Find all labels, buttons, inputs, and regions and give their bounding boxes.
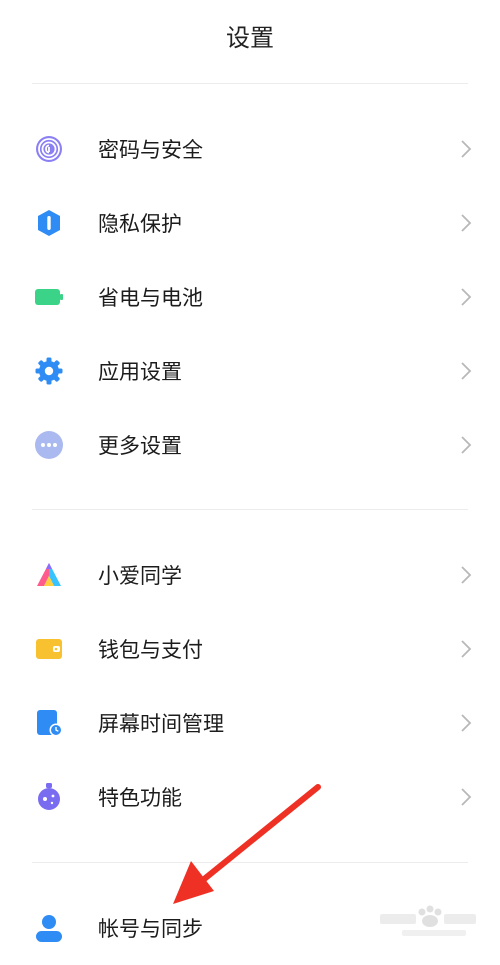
page-title: 设置 [226, 24, 274, 52]
chevron-right-icon [460, 435, 472, 455]
settings-item-label: 密码与安全 [98, 138, 203, 162]
chevron-right-icon [460, 287, 472, 307]
settings-item-screen-time[interactable]: 屏幕时间管理 [0, 686, 500, 760]
chevron-right-icon [460, 213, 472, 233]
settings-item-password-security[interactable]: 密码与安全 [0, 112, 500, 186]
header: 设置 [0, 0, 500, 84]
watermark-logo-icon [380, 905, 476, 936]
settings-item-label: 更多设置 [98, 434, 182, 458]
settings-item-label: 省电与电池 [98, 286, 203, 310]
settings-item-label: 应用设置 [98, 360, 182, 384]
settings-item-label: 特色功能 [98, 786, 182, 810]
divider [32, 83, 468, 84]
chevron-right-icon [460, 361, 472, 381]
gear-icon [34, 356, 64, 386]
privacy-shield-icon [34, 208, 64, 238]
settings-item-privacy[interactable]: 隐私保护 [0, 186, 500, 260]
settings-item-battery[interactable]: 省电与电池 [0, 260, 500, 334]
settings-item-wallet[interactable]: 钱包与支付 [0, 612, 500, 686]
settings-item-label: 帐号与同步 [98, 917, 203, 941]
more-dots-icon [34, 430, 64, 460]
chevron-right-icon [460, 139, 472, 159]
chevron-right-icon [460, 639, 472, 659]
special-features-icon [34, 782, 64, 812]
fingerprint-icon [34, 134, 64, 164]
settings-item-special-features[interactable]: 特色功能 [0, 760, 500, 834]
chevron-right-icon [460, 565, 472, 585]
battery-icon [34, 282, 64, 312]
settings-item-more-settings[interactable]: 更多设置 [0, 408, 500, 482]
wallet-icon [34, 634, 64, 664]
account-icon [34, 913, 64, 943]
chevron-right-icon [460, 713, 472, 733]
settings-item-label: 隐私保护 [98, 212, 182, 236]
divider [32, 509, 468, 510]
settings-item-label: 钱包与支付 [98, 638, 203, 662]
screen-time-icon [34, 708, 64, 738]
settings-item-xiaoai[interactable]: 小爱同学 [0, 538, 500, 612]
settings-item-label: 屏幕时间管理 [98, 712, 224, 736]
xiaoai-icon [34, 560, 64, 590]
settings-item-label: 小爱同学 [98, 564, 182, 588]
chevron-right-icon [460, 787, 472, 807]
divider [32, 862, 468, 863]
settings-item-app-settings[interactable]: 应用设置 [0, 334, 500, 408]
